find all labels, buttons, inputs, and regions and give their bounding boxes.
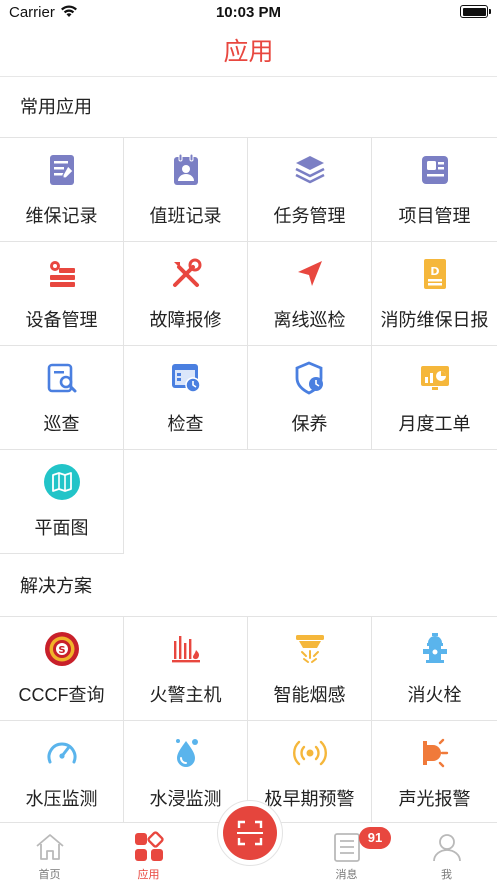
app-sound-light-alarm[interactable]: 声光报警 — [372, 721, 497, 825]
inspection-window-icon — [171, 364, 201, 393]
shield-clock-icon — [295, 361, 323, 395]
svg-text:S: S — [58, 645, 65, 656]
app-label: 故障报修 — [149, 310, 222, 330]
app-label: 巡查 — [43, 414, 80, 434]
tab-label: 我 — [441, 869, 452, 881]
apps-icon — [134, 831, 164, 861]
tools-icon — [172, 258, 201, 287]
smoke-detector-icon — [295, 635, 324, 663]
project-card-icon — [421, 156, 448, 184]
app-task-management[interactable]: 任务管理 — [248, 138, 372, 242]
app-label: 保养 — [291, 414, 328, 434]
tab-apps[interactable]: 应用 — [99, 823, 198, 883]
app-label: 智能烟感 — [273, 685, 346, 705]
early-warning-icon — [292, 740, 327, 766]
app-label: 维保记录 — [25, 206, 98, 226]
page-title: 应用 — [223, 38, 274, 66]
app-label: 火警主机 — [149, 685, 222, 705]
maintenance-record-icon — [49, 155, 74, 185]
app-label: 项目管理 — [398, 206, 471, 226]
scan-button[interactable] — [223, 806, 277, 860]
fire-alarm-host-icon — [171, 636, 200, 663]
home-icon — [35, 834, 64, 860]
app-floor-plan[interactable]: 平面图 — [0, 450, 124, 554]
app-label: 检查 — [167, 414, 204, 434]
app-maintenance-record[interactable]: 维保记录 — [0, 138, 124, 242]
profile-icon — [432, 834, 461, 862]
app-label: 离线巡检 — [273, 310, 346, 330]
water-drop-icon — [175, 739, 198, 767]
app-smart-smoke[interactable]: 智能烟感 — [248, 617, 372, 721]
app-cccf-query[interactable]: S CCCF查询 — [0, 617, 124, 721]
app-duty-record[interactable]: 值班记录 — [124, 138, 248, 242]
status-bar: Carrier 10:03 PM — [0, 0, 497, 26]
tab-label: 消息 — [335, 869, 358, 881]
app-label: 水压监测 — [25, 789, 98, 809]
battery-icon — [460, 5, 491, 18]
app-patrol[interactable]: 巡查 — [0, 346, 124, 450]
section-header-common: 常用应用 — [20, 97, 92, 117]
search-document-icon — [47, 363, 76, 393]
app-fire-alarm-host[interactable]: 火警主机 — [124, 617, 248, 721]
tab-messages[interactable]: 消息 91 — [297, 823, 396, 883]
app-label: 值班记录 — [149, 206, 222, 226]
app-daily-report[interactable]: D 消防维保日报 — [372, 242, 497, 346]
section-header-solutions: 解决方案 — [20, 576, 92, 596]
app-label: 设备管理 — [25, 310, 98, 330]
navigation-arrow-icon — [297, 261, 322, 286]
app-check[interactable]: 检查 — [124, 346, 248, 450]
duty-record-icon — [173, 153, 198, 185]
tab-home[interactable]: 首页 — [0, 823, 99, 883]
daily-report-icon: D — [423, 259, 446, 289]
app-label: 平面图 — [34, 518, 89, 538]
svg-text:D: D — [430, 265, 439, 278]
app-upkeep[interactable]: 保养 — [248, 346, 372, 450]
app-monthly-order[interactable]: 月度工单 — [372, 346, 497, 450]
app-label: 任务管理 — [273, 206, 346, 226]
tab-label: 首页 — [38, 869, 61, 881]
tab-profile[interactable]: 我 — [396, 823, 497, 883]
app-offline-inspection[interactable]: 离线巡检 — [248, 242, 372, 346]
floor-map-icon — [43, 464, 80, 500]
tab-label: 应用 — [137, 869, 160, 881]
clock: 10:03 PM — [215, 4, 282, 21]
unread-badge: 91 — [359, 827, 391, 849]
app-water-pressure[interactable]: 水压监测 — [0, 721, 124, 825]
monthly-chart-icon — [420, 366, 449, 390]
layers-icon — [294, 156, 325, 184]
app-label: CCCF查询 — [18, 685, 105, 705]
sound-light-alarm-icon — [422, 738, 448, 768]
fire-hydrant-icon — [422, 633, 447, 663]
message-list-icon — [333, 833, 360, 862]
app-label: 消火栓 — [407, 685, 462, 705]
scan-icon — [237, 820, 263, 846]
app-label: 消防维保日报 — [380, 310, 489, 330]
device-gear-icon — [49, 261, 75, 287]
pressure-gauge-icon — [47, 742, 76, 764]
cccf-seal-icon: S — [44, 632, 79, 666]
app-project-management[interactable]: 项目管理 — [372, 138, 497, 242]
app-fault-repair[interactable]: 故障报修 — [124, 242, 248, 346]
app-fire-hydrant[interactable]: 消火栓 — [372, 617, 497, 721]
app-label: 月度工单 — [398, 414, 471, 434]
app-device-management[interactable]: 设备管理 — [0, 242, 124, 346]
app-label: 声光报警 — [398, 789, 471, 809]
